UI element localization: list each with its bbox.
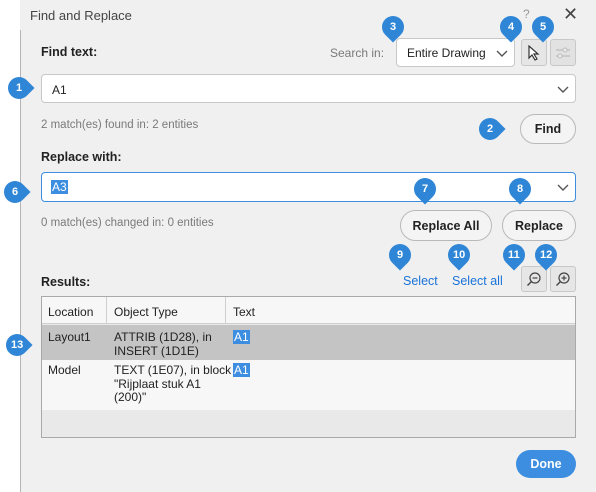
chevron-down-icon[interactable] [557, 184, 569, 192]
cell-text-value: A1 [233, 330, 250, 344]
cell-object-type: ATTRIB (1D28), in INSERT (1D1E) [114, 330, 212, 358]
callout-number: 3 [389, 21, 397, 33]
cell-object-type-line: (200)" [114, 390, 147, 404]
zoom-in-button[interactable] [550, 266, 576, 292]
callout-number: 11 [508, 249, 520, 262]
cell-text-value: A1 [233, 363, 250, 377]
cell-object-type-line: ATTRIB (1D28), in [114, 330, 212, 344]
column-divider [106, 297, 107, 324]
cell-object-type-line: "Rijplaat stuk A1 [114, 376, 201, 391]
callout-number: 1 [15, 82, 23, 94]
chevron-down-icon[interactable] [557, 86, 569, 94]
help-icon[interactable]: ? [523, 7, 530, 21]
close-icon[interactable]: ✕ [563, 4, 578, 25]
chevron-down-icon [496, 50, 508, 57]
callout-number: 2 [486, 123, 494, 135]
find-text-label: Find text: [41, 45, 98, 59]
column-header-object-type[interactable]: Object Type [114, 305, 178, 319]
callout-number: 5 [539, 21, 547, 33]
cell-object-type-line: TEXT (1E07), in block [114, 363, 232, 377]
callout-number: 8 [516, 183, 524, 195]
callout-number: 6 [11, 186, 19, 198]
callout-number: 4 [507, 21, 515, 33]
search-in-label: Search in: [330, 46, 385, 60]
done-button[interactable]: Done [516, 450, 576, 478]
cell-object-type-line: INSERT (1D1E) [114, 343, 199, 358]
find-status: 2 match(es) found in: 2 entities [41, 119, 199, 131]
column-header-location[interactable]: Location [48, 305, 93, 319]
select-objects-button[interactable] [521, 39, 547, 66]
find-button[interactable]: Find [520, 114, 576, 144]
column-header-text[interactable]: Text [233, 305, 255, 319]
callout-number: 10 [452, 249, 466, 261]
column-divider [225, 297, 226, 324]
replace-with-label: Replace with: [41, 150, 122, 164]
dialog-title: Find and Replace [30, 8, 132, 23]
settings-sliders-icon [556, 47, 570, 58]
replace-with-value: A3 [51, 180, 68, 194]
select-all-link[interactable]: Select all [452, 274, 503, 288]
search-in-value: Entire Drawing [407, 46, 486, 60]
replace-status: 0 match(es) changed in: 0 entities [41, 217, 214, 229]
callout-number: 12 [539, 249, 553, 261]
find-text-value: A1 [52, 83, 67, 97]
replace-button[interactable]: Replace [502, 210, 576, 241]
callout-number: 9 [396, 249, 404, 261]
cursor-arrow-icon [528, 44, 540, 61]
cell-location: Layout1 [48, 330, 91, 344]
cell-object-type: TEXT (1E07), in block "Rijplaat stuk A1 … [114, 363, 232, 405]
find-text-input[interactable]: A1 [41, 74, 576, 103]
settings-button[interactable] [550, 39, 576, 66]
search-in-dropdown[interactable]: Entire Drawing [396, 38, 515, 67]
callout-number: 7 [421, 183, 429, 195]
cell-location: Model [48, 363, 81, 377]
replace-with-input[interactable]: A3 [41, 172, 576, 202]
zoom-out-button[interactable] [521, 266, 547, 292]
callout-number: 13 [10, 339, 24, 351]
zoom-in-icon [556, 272, 570, 286]
cell-text: A1 [233, 363, 250, 378]
select-link[interactable]: Select [403, 274, 438, 288]
zoom-out-icon [527, 272, 541, 286]
cell-text: A1 [233, 330, 250, 345]
results-label: Results: [41, 275, 91, 289]
replace-all-button[interactable]: Replace All [400, 210, 492, 241]
